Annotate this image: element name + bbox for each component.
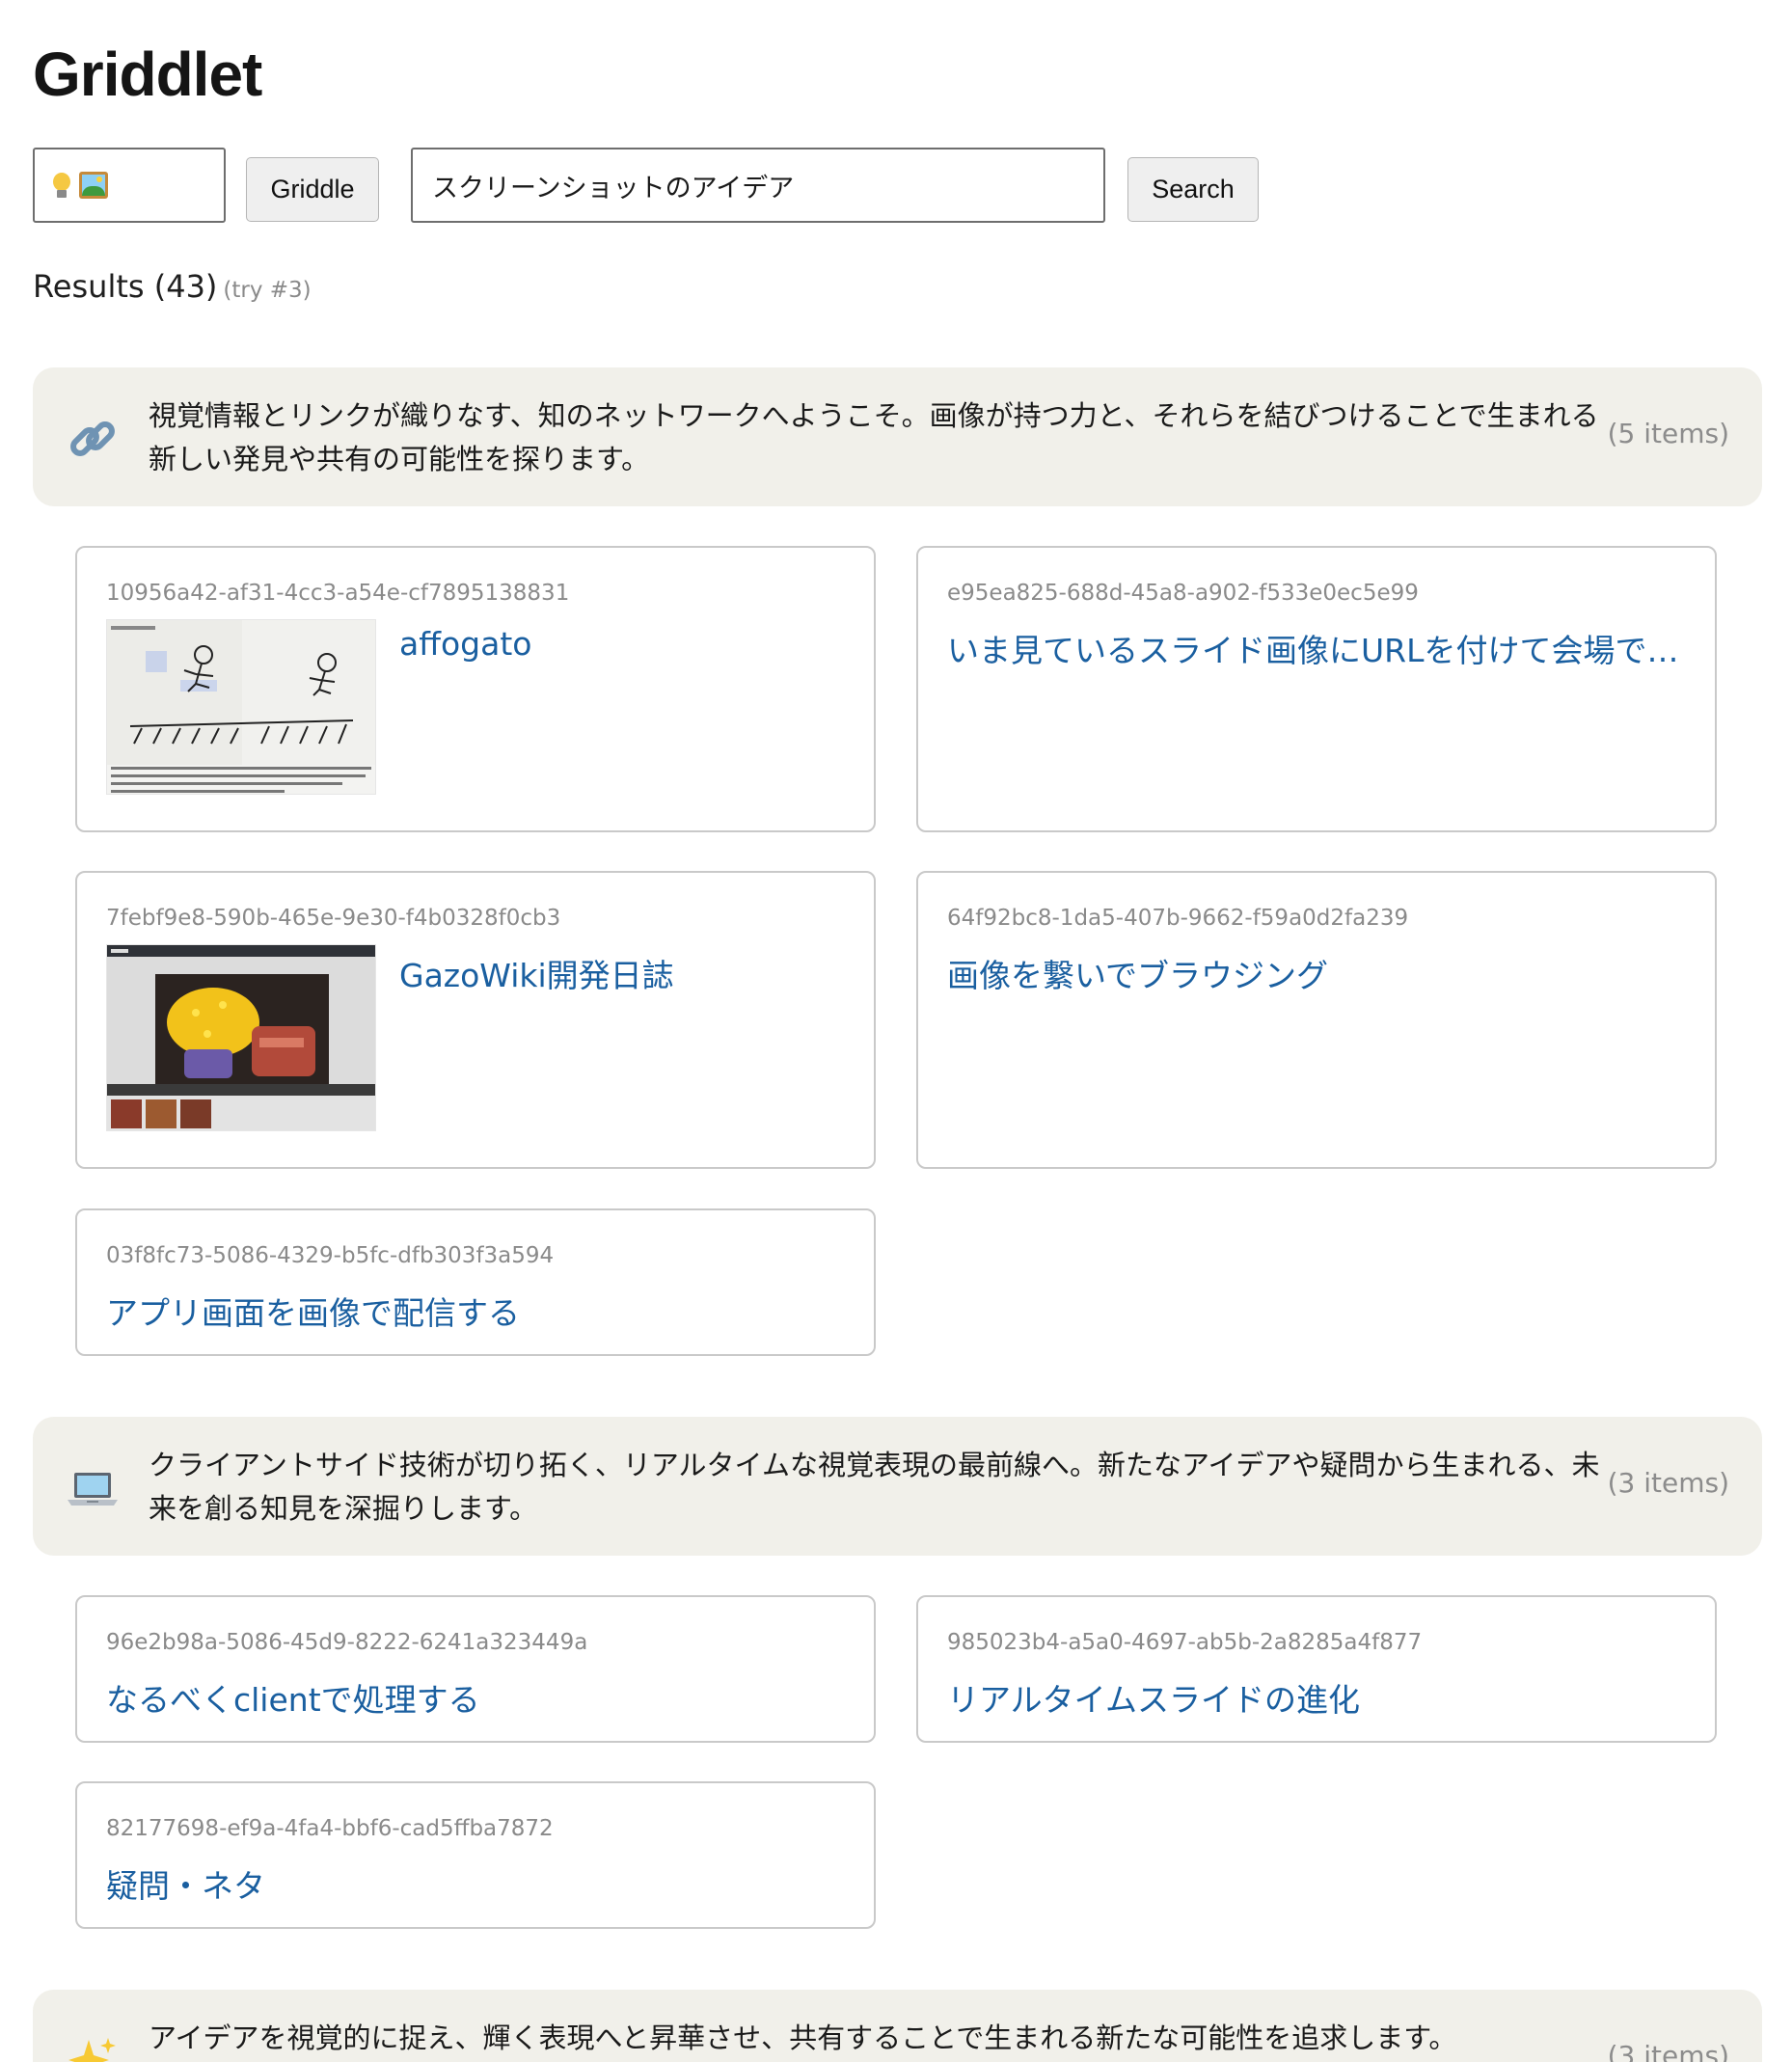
results-try: (try #3) [223, 278, 312, 303]
result-card[interactable]: 7febf9e8-590b-465e-9e30-f4b0328f0cb3 Gaz… [75, 871, 876, 1169]
card-id: 96e2b98a-5086-45d9-8222-6241a323449a [106, 1630, 588, 1655]
card-id: 64f92bc8-1da5-407b-9662-f59a0d2fa239 [947, 906, 1409, 931]
results-count: Results (43) [33, 268, 218, 305]
group-item-count: (3 items) [1607, 2040, 1729, 2062]
group-description: アイデアを視覚的に捉え、輝く表現へと昇華させ、共有することで生まれる新たな可能性… [149, 2021, 1457, 2054]
app-title: Griddlet [33, 40, 262, 109]
link-icon [70, 421, 115, 456]
card-title-link[interactable]: リアルタイムスライドの進化 [947, 1674, 1688, 1721]
card-title-link[interactable]: なるべくclientで処理する [106, 1674, 847, 1721]
card-title-link[interactable]: アプリ画面を画像で配信する [106, 1288, 847, 1334]
group-description: クライアントサイド技術が切り拓く、リアルタイムな視覚表現の最前線へ。新たなアイデ… [149, 1449, 1600, 1525]
card-id: 7febf9e8-590b-465e-9e30-f4b0328f0cb3 [106, 906, 561, 931]
result-card[interactable]: 64f92bc8-1da5-407b-9662-f59a0d2fa239 画像を… [916, 871, 1717, 1169]
card-id: e95ea825-688d-45a8-a902-f533e0ec5e99 [947, 581, 1419, 606]
sparkles-icon [68, 2038, 116, 2062]
sketch-document-thumbnail[interactable] [106, 619, 376, 795]
card-title-link[interactable]: 疑問・ネタ [106, 1860, 847, 1907]
group-header: 視覚情報とリンクが織りなす、知のネットワークへようこそ。画像が持つ力と、それらを… [33, 367, 1762, 506]
result-card[interactable]: 96e2b98a-5086-45d9-8222-6241a323449a なるべ… [75, 1595, 876, 1743]
card-id: 10956a42-af31-4cc3-a54e-cf7895138831 [106, 581, 570, 606]
result-card[interactable]: 03f8fc73-5086-4329-b5fc-dfb303f3a594 アプリ… [75, 1208, 876, 1356]
group-item-count: (3 items) [1607, 1467, 1729, 1499]
group-header: アイデアを視覚的に捉え、輝く表現へと昇華させ、共有することで生まれる新たな可能性… [33, 1990, 1762, 2062]
griddle-button[interactable]: Griddle [246, 157, 379, 222]
search-button[interactable]: Search [1127, 157, 1259, 222]
result-card[interactable]: e95ea825-688d-45a8-a902-f533e0ec5e99 いま見… [916, 546, 1717, 832]
emoji-input[interactable] [33, 148, 226, 223]
result-card[interactable]: 10956a42-af31-4cc3-a54e-cf7895138831 aff… [75, 546, 876, 832]
laptop-icon [68, 1473, 118, 1506]
result-card[interactable]: 985023b4-a5a0-4697-ab5b-2a8285a4f877 リアル… [916, 1595, 1717, 1743]
search-input[interactable] [411, 148, 1105, 223]
card-id: 82177698-ef9a-4fa4-bbf6-cad5ffba7872 [106, 1816, 554, 1841]
group-item-count: (5 items) [1607, 418, 1729, 449]
food-photo-thumbnail[interactable] [106, 944, 376, 1131]
lightbulb-icon [52, 171, 71, 200]
result-card[interactable]: 82177698-ef9a-4fa4-bbf6-cad5ffba7872 疑問・… [75, 1781, 876, 1929]
group-header: クライアントサイド技術が切り拓く、リアルタイムな視覚表現の最前線へ。新たなアイデ… [33, 1417, 1762, 1556]
card-id: 03f8fc73-5086-4329-b5fc-dfb303f3a594 [106, 1243, 555, 1268]
card-title-link[interactable]: affogato [399, 625, 853, 663]
group-description: 視覚情報とリンクが織りなす、知のネットワークへようこそ。画像が持つ力と、それらを… [149, 399, 1599, 475]
page: Griddlet Griddle Search Results (43)(try… [0, 0, 1792, 2062]
card-id: 985023b4-a5a0-4697-ab5b-2a8285a4f877 [947, 1630, 1423, 1655]
results-heading: Results (43) (try #3) [33, 268, 312, 305]
card-title-link[interactable]: いま見ているスライド画像にURLを付けて会場で取… [947, 625, 1688, 671]
framed-picture-icon [79, 172, 108, 199]
card-title-link[interactable]: 画像を繋いでブラウジング [947, 950, 1688, 996]
card-title-link[interactable]: GazoWiki開発日誌 [399, 950, 853, 996]
